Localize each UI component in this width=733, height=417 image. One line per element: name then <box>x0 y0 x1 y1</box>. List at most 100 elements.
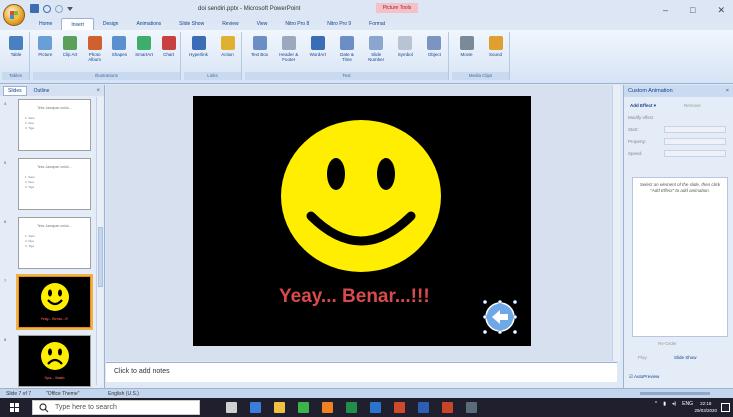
theme-name: "Office Theme" <box>46 391 80 397</box>
scroll-thumb[interactable] <box>98 227 103 287</box>
maximize-button[interactable]: □ <box>690 5 695 16</box>
redo-icon[interactable] <box>55 4 63 13</box>
slide-number-button[interactable]: Slide Number <box>364 36 388 62</box>
windows-start-icon[interactable] <box>10 403 19 412</box>
pane-close-icon[interactable]: × <box>96 88 100 94</box>
picture-button[interactable]: Picture <box>33 36 57 57</box>
notes-placeholder: Click to add notes <box>114 368 170 375</box>
slide-show-button[interactable]: Slide Show <box>674 355 697 360</box>
slide-thumbnail[interactable]: Teks Jawapan untuk... 1. Satu 2. Dua 3. Tig… <box>18 99 91 151</box>
shapes-button[interactable]: Shapes <box>107 36 131 57</box>
customize-qat-icon[interactable] <box>67 6 73 11</box>
tab-slide-show[interactable]: Slide Show <box>170 18 213 30</box>
notes-pane[interactable]: Click to add notes <box>106 362 617 382</box>
tab-outline[interactable]: Outline <box>30 87 54 95</box>
slide-thumbnail[interactable]: Ops... Salah <box>18 335 91 387</box>
slide-text[interactable]: Yeay... Benar...!!! <box>279 286 430 308</box>
system-tray: ^ ▮ ◂) ENG <box>655 401 693 407</box>
hyperlink-button[interactable]: Hyperlink <box>187 36 211 57</box>
volume-icon[interactable]: ◂) <box>672 401 676 407</box>
tab-insert[interactable]: Insert <box>61 18 94 30</box>
text-box-button[interactable]: Text Box <box>248 36 272 57</box>
tab-view[interactable]: View <box>248 18 277 30</box>
autopreview-checkbox[interactable]: ☑ AutoPreview <box>629 374 659 380</box>
file-explorer-icon[interactable] <box>274 402 285 413</box>
play-button[interactable]: Play <box>638 355 647 360</box>
tab-animations[interactable]: Animations <box>127 18 170 30</box>
ribbon-button-label: Clip Art <box>62 52 78 57</box>
smiley-face-icon[interactable] <box>276 116 446 276</box>
slide-thumbnail[interactable]: Teks Jawapan untuk... 1. Satu 2. Dua 3. Tig… <box>18 217 91 269</box>
ribbon-button-label: Sound <box>488 52 502 57</box>
header-footer-button[interactable]: Header & Footer <box>277 36 301 62</box>
chrome-icon[interactable] <box>298 402 309 413</box>
tab-format[interactable]: Format <box>360 18 394 30</box>
clip-art-button[interactable]: Clip Art <box>58 36 82 57</box>
tab-slides[interactable]: Slides <box>3 85 27 96</box>
tray-language[interactable]: ENG <box>682 401 693 407</box>
table-button[interactable]: Table <box>4 36 28 57</box>
tab-nitro-pro-8[interactable]: Nitro Pro 8 <box>276 18 318 30</box>
slide-thumbnail[interactable]: Teks Jawapan untuk... 1. Satu 2. Dua 3. Tig… <box>18 158 91 210</box>
object-button[interactable]: Object <box>422 36 446 57</box>
smartart-button[interactable]: SmartArt <box>132 36 156 57</box>
sound-button[interactable]: Sound <box>484 36 508 57</box>
excel-icon[interactable] <box>346 402 357 413</box>
taskbar-clock[interactable]: 22:18 29/03/2020 <box>694 400 717 414</box>
ribbon-button-label: Symbol <box>397 52 413 57</box>
tab-review[interactable]: Review <box>213 18 247 30</box>
tab-nitro-pro-9[interactable]: Nitro Pro 9 <box>318 18 360 30</box>
thumb-title: Teks Jawapan untuk... <box>37 106 72 110</box>
tab-design[interactable]: Design <box>94 18 128 30</box>
tray-chevron-icon[interactable]: ^ <box>655 401 657 407</box>
notifications-icon[interactable] <box>721 403 730 412</box>
sound-icon <box>488 36 503 50</box>
pp-active-icon[interactable] <box>442 402 453 413</box>
speed-select[interactable] <box>664 150 726 157</box>
task-pane-close-icon[interactable]: × <box>726 85 729 97</box>
thumb-title: Teks Jawapan untuk... <box>37 165 72 169</box>
ribbon-group-label: Tables <box>2 72 29 80</box>
minimize-button[interactable]: – <box>663 5 668 16</box>
undo-icon[interactable] <box>43 4 51 13</box>
network-icon[interactable]: ▮ <box>663 401 666 407</box>
symbol-button[interactable]: Symbol <box>393 36 417 57</box>
store-icon[interactable] <box>370 402 381 413</box>
task-view-icon[interactable] <box>226 402 237 413</box>
powerpoint-icon[interactable] <box>394 402 405 413</box>
chart-button[interactable]: Chart <box>157 36 181 57</box>
zoom-slider[interactable] <box>640 392 710 395</box>
taskbar-search-box[interactable]: Type here to search <box>32 400 200 415</box>
wordart-button[interactable]: WordArt <box>306 36 330 57</box>
property-select[interactable] <box>664 138 726 145</box>
search-placeholder: Type here to search <box>55 404 117 411</box>
add-effect-button[interactable]: Add Effect ▾ <box>630 103 656 109</box>
office-button[interactable] <box>3 4 25 26</box>
close-button[interactable]: ✕ <box>717 5 725 16</box>
sheets-icon[interactable] <box>250 402 261 413</box>
movie-button[interactable]: Movie <box>455 36 479 57</box>
slide-vertical-scrollbar[interactable] <box>612 85 620 361</box>
slide-thumbnail[interactable]: Yeay... Benar...!!! <box>16 274 93 330</box>
remove-button[interactable]: Remove <box>684 103 701 108</box>
current-slide[interactable]: Yeay... Benar...!!! <box>193 96 531 346</box>
action-button[interactable]: Action <box>216 36 240 57</box>
slides-pane-scrollbar[interactable] <box>96 97 103 385</box>
start-select[interactable] <box>664 126 726 133</box>
thumb-bullets: 1. Satu 2. Dua 3. Tiga <box>25 116 35 131</box>
action-button-back-icon[interactable] <box>483 300 517 334</box>
thumb-title: Teks Jawapan untuk... <box>37 224 72 228</box>
date-time-button[interactable]: Date & Time <box>335 36 359 62</box>
photos-icon[interactable] <box>466 402 477 413</box>
firefox-icon[interactable] <box>322 402 333 413</box>
language-indicator[interactable]: English (U.S.) <box>108 391 139 397</box>
ribbon-button-label: Header & Footer <box>279 52 299 62</box>
photo-album-button[interactable]: Photo Album <box>83 36 107 62</box>
thumb-bullets: 1. Satu 2. Dua 3. Tiga <box>25 234 35 249</box>
task-pane-title: Custom Animation <box>628 88 673 94</box>
tab-home[interactable]: Home <box>30 18 61 30</box>
word-icon[interactable] <box>418 402 429 413</box>
save-icon[interactable] <box>30 4 39 13</box>
reorder-button[interactable]: Re-Order <box>658 341 677 346</box>
animation-list[interactable]: Select an element of the slide, then cli… <box>632 177 728 337</box>
